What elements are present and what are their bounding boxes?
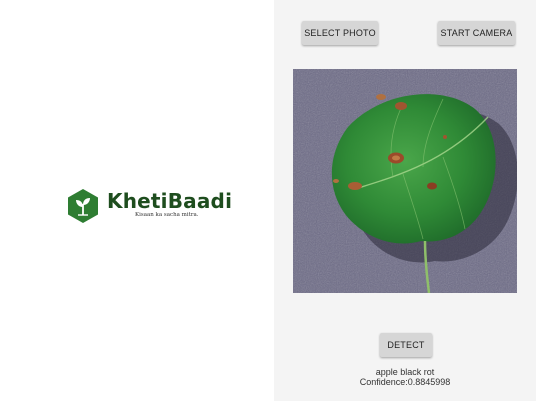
detection-panel: SELECT PHOTO START CAMERA DETECT apple b… [274, 0, 536, 401]
select-photo-button[interactable]: SELECT PHOTO [302, 21, 378, 45]
app-tagline: Kisaan ka sacha mitra. [135, 212, 199, 218]
start-camera-button[interactable]: START CAMERA [438, 21, 515, 45]
leaf-sprout-icon [68, 189, 98, 223]
prediction-label: apple black rot [375, 367, 435, 377]
detect-button[interactable]: DETECT [380, 333, 432, 357]
app-name: KhetiBaadi [107, 189, 233, 213]
confidence-label: Confidence:0.8845998 [359, 377, 451, 387]
app-logo: KhetiBaadi Kisaan ka sacha mitra. [67, 188, 237, 224]
splash-panel: KhetiBaadi Kisaan ka sacha mitra. [0, 0, 274, 401]
leaf-photo-preview [293, 69, 517, 293]
